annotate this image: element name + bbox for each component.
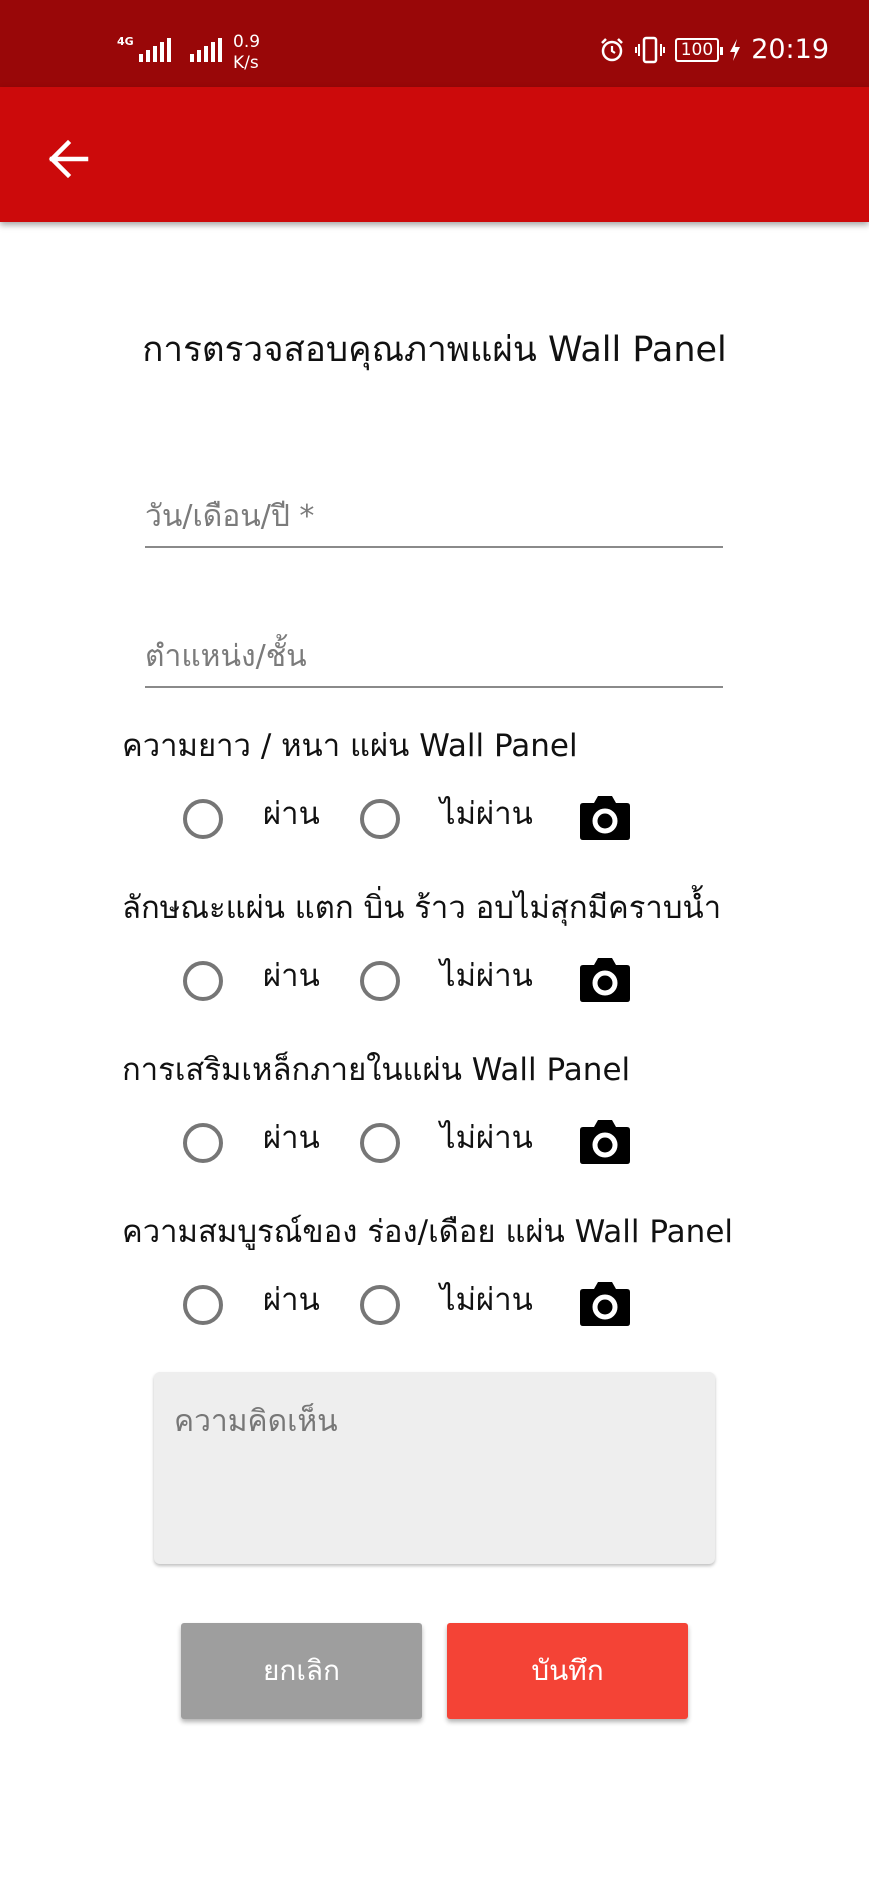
network-speed: 0.9 K/s xyxy=(233,32,261,73)
status-bar: 4G 0.9 K/s 100 20:19 xyxy=(0,0,869,87)
pass-label: ผ่าน xyxy=(263,958,320,994)
fail-radio[interactable] xyxy=(360,1285,400,1325)
signal-icon-2 xyxy=(190,38,222,62)
cancel-button[interactable]: ยกเลิก xyxy=(181,1623,422,1719)
signal-icon xyxy=(139,38,171,62)
alarm-icon xyxy=(600,37,623,61)
pass-radio[interactable] xyxy=(183,799,223,839)
pass-label: ผ่าน xyxy=(263,1120,320,1156)
camera-icon[interactable] xyxy=(579,1279,631,1327)
fail-radio[interactable] xyxy=(360,961,400,1001)
question-label: ลักษณะแผ่น แตก บิ่น ร้าว อบไม่สุกมีคราบน… xyxy=(122,890,722,926)
pass-radio[interactable] xyxy=(183,961,223,1001)
pass-radio[interactable] xyxy=(183,1285,223,1325)
fail-radio[interactable] xyxy=(360,1123,400,1163)
pass-label: ผ่าน xyxy=(263,796,320,832)
network-type: 4G xyxy=(117,35,134,48)
save-button[interactable]: บันทึก xyxy=(447,1623,688,1719)
comment-input[interactable] xyxy=(154,1372,715,1564)
comment-box xyxy=(154,1372,715,1564)
camera-icon[interactable] xyxy=(579,955,631,1003)
fail-label: ไม่ผ่าน xyxy=(440,1282,533,1318)
pass-radio[interactable] xyxy=(183,1123,223,1163)
app-bar xyxy=(0,87,869,222)
position-field-wrapper xyxy=(145,626,723,688)
clock: 20:19 xyxy=(751,34,829,65)
date-field[interactable] xyxy=(145,486,723,546)
battery-icon: 100 xyxy=(674,37,724,62)
position-field[interactable] xyxy=(145,626,723,686)
vibrate-icon xyxy=(634,36,665,63)
question-label: ความยาว / หนา แผ่น Wall Panel xyxy=(122,728,578,764)
question-label: ความสมบูรณ์ของ ร่อง/เดือย แผ่น Wall Pane… xyxy=(122,1214,734,1250)
form-title: การตรวจสอบคุณภาพแผ่น Wall Panel xyxy=(142,330,727,370)
fail-label: ไม่ผ่าน xyxy=(440,958,533,994)
pass-label: ผ่าน xyxy=(263,1282,320,1318)
fail-label: ไม่ผ่าน xyxy=(440,1120,533,1156)
arrow-left-icon xyxy=(48,139,89,179)
fail-label: ไม่ผ่าน xyxy=(440,796,533,832)
back-button[interactable] xyxy=(38,129,98,189)
camera-icon[interactable] xyxy=(579,793,631,841)
camera-icon[interactable] xyxy=(579,1117,631,1165)
date-field-wrapper xyxy=(145,486,723,548)
charging-icon xyxy=(730,38,741,61)
question-label: การเสริมเหล็กภายในแผ่น Wall Panel xyxy=(122,1052,631,1088)
fail-radio[interactable] xyxy=(360,799,400,839)
